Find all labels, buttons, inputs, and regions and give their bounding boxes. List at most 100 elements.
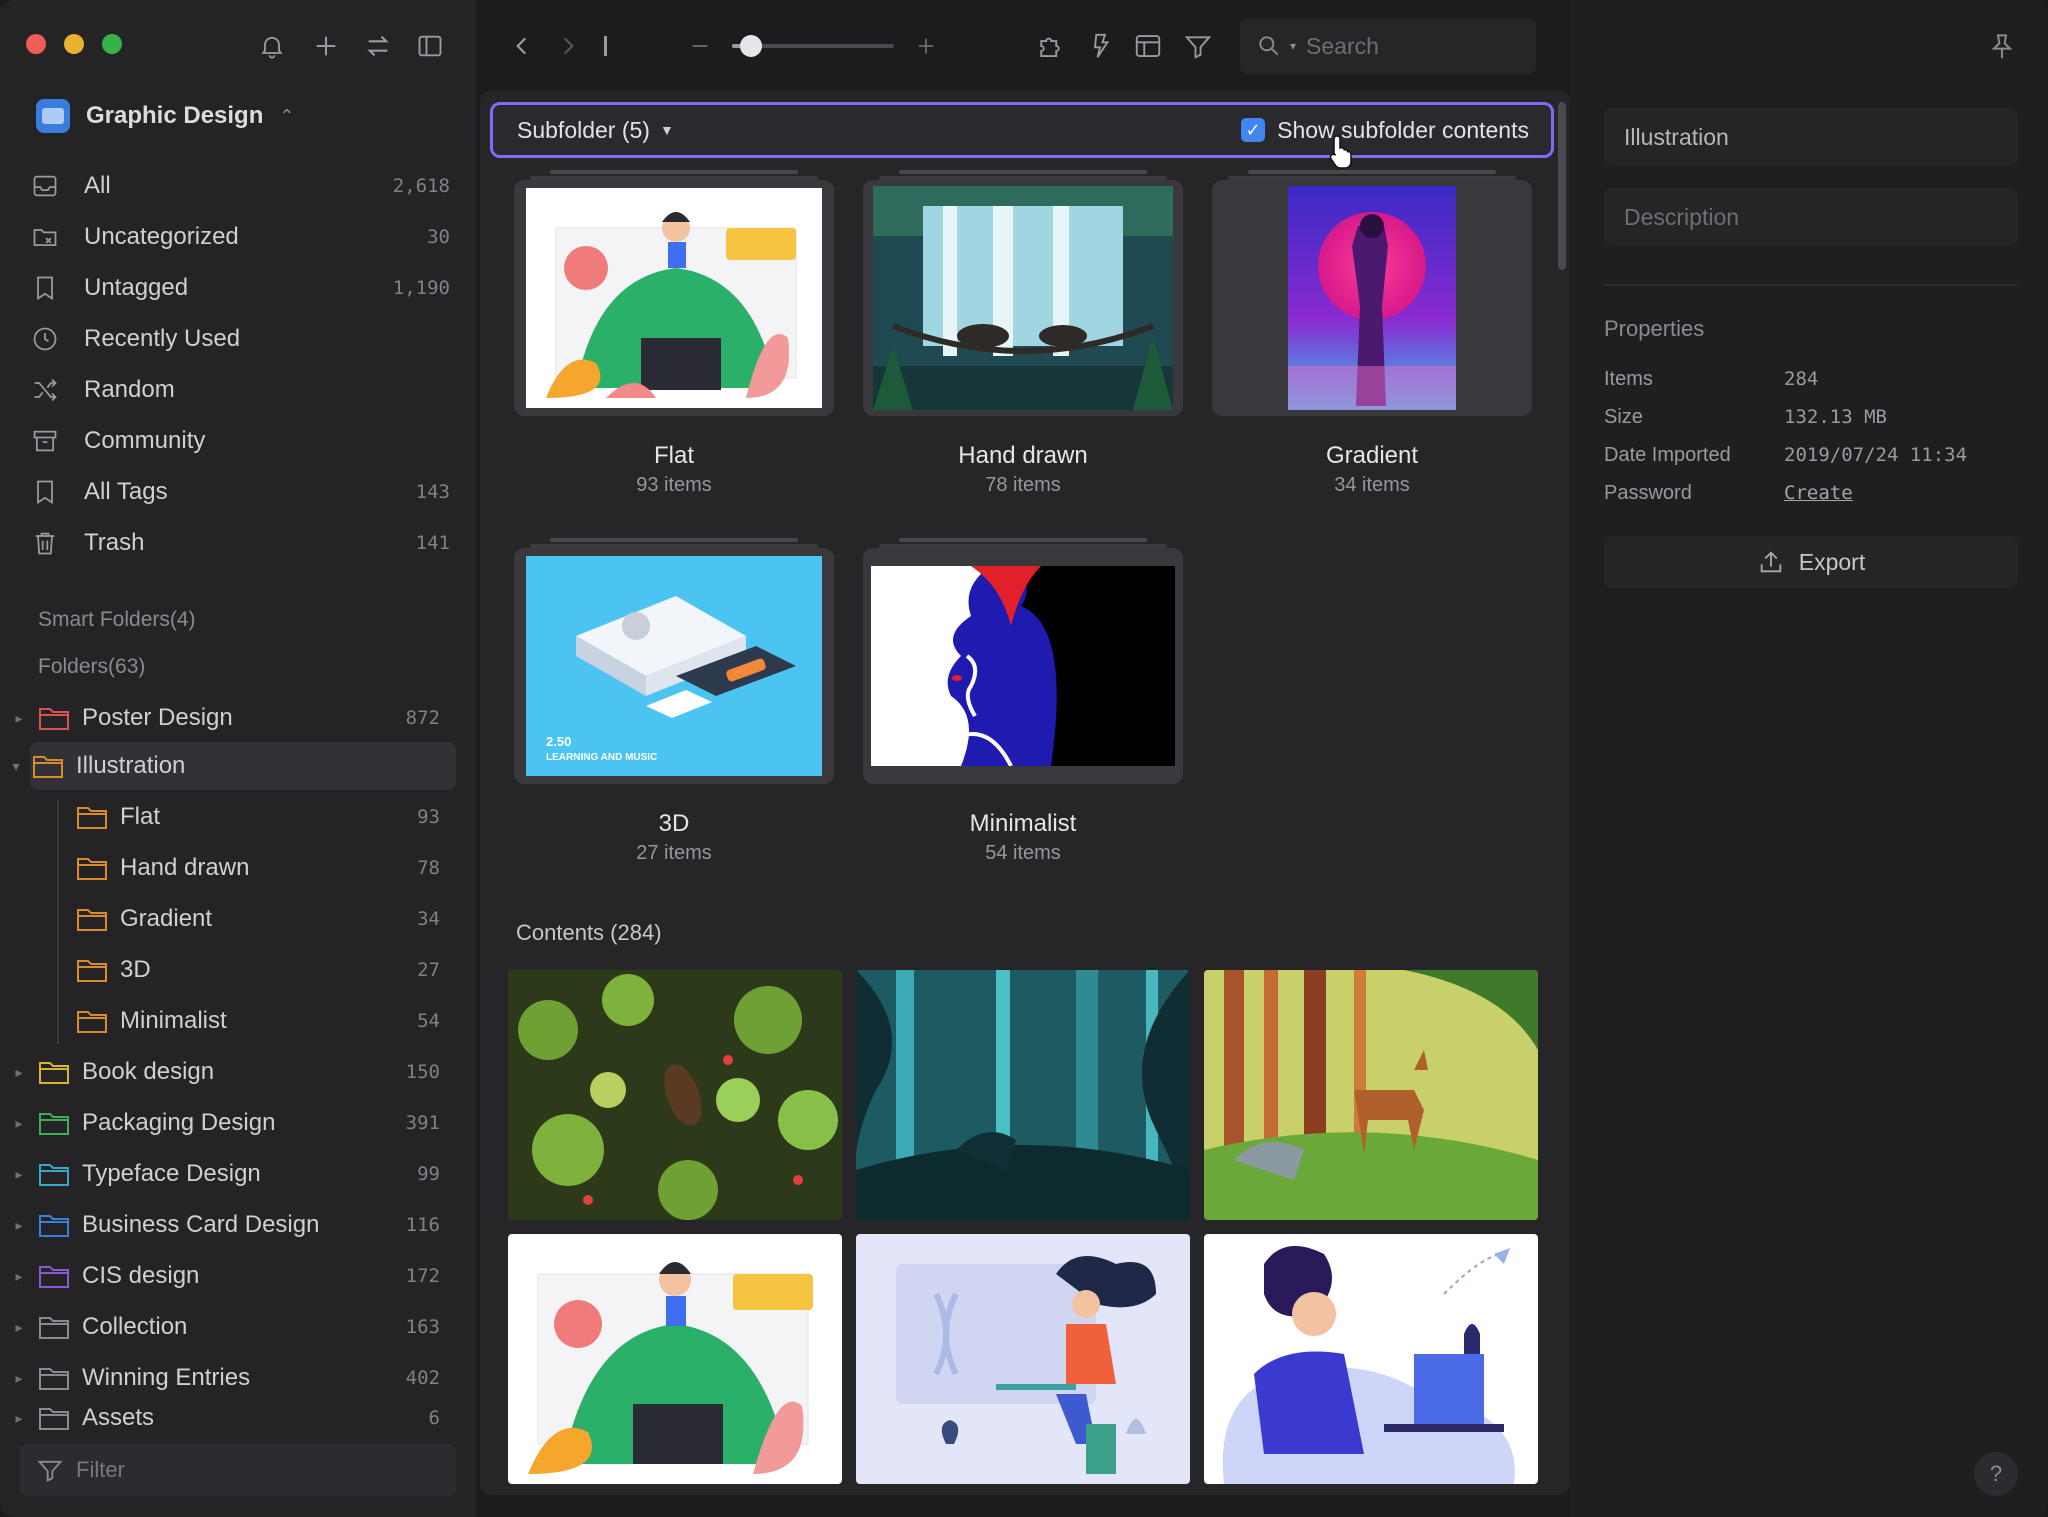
sidebar: Graphic Design ⌃ All 2,618 Uncategorized…: [0, 0, 476, 1517]
clock-icon: [30, 324, 60, 354]
puzzle-extension-icon[interactable]: [1032, 30, 1068, 62]
zoom-in-icon[interactable]: [912, 30, 940, 62]
sync-arrows-icon[interactable]: [362, 30, 394, 62]
forward-arrow-icon[interactable]: [552, 30, 584, 62]
description-input[interactable]: [1624, 203, 2004, 231]
folder-count: 402: [405, 1367, 440, 1389]
folder-item-poster-design[interactable]: ▸ Poster Design 872: [0, 694, 456, 742]
content-thumbnail-desk-worker[interactable]: [856, 1234, 1190, 1484]
subfolder-name: Flat: [653, 442, 694, 469]
layout-icon[interactable]: [1130, 30, 1166, 62]
bell-icon[interactable]: [256, 30, 288, 62]
folder-label: Business Card Design: [82, 1211, 320, 1238]
content-thumbnail-laptop-woman[interactable]: [1204, 1234, 1538, 1484]
nav-all-tags[interactable]: All Tags 143: [30, 470, 450, 514]
content-thumbnail-lily-pads[interactable]: [508, 970, 842, 1220]
disclosure-collapsed-icon[interactable]: ▸: [0, 1217, 38, 1234]
disclosure-collapsed-icon[interactable]: ▸: [0, 1319, 38, 1336]
disclosure-expanded-icon[interactable]: ▾: [12, 758, 20, 775]
disclosure-collapsed-icon[interactable]: ▸: [0, 1268, 38, 1285]
back-arrow-icon[interactable]: [506, 30, 538, 62]
content-thumbnail-flat-person[interactable]: [508, 1234, 842, 1484]
folder-name-input[interactable]: [1624, 123, 2004, 151]
show-subfolder-label: Show subfolder contents: [1277, 116, 1529, 143]
stack-edge: [550, 538, 798, 542]
folder-item-assets[interactable]: ▸ Assets 6: [0, 1405, 456, 1431]
folder-item-collection[interactable]: ▸ Collection 163: [0, 1303, 456, 1351]
show-subfolder-checkbox[interactable]: ✓: [1241, 118, 1266, 142]
create-password-link[interactable]: Create: [1784, 482, 1853, 505]
search-box[interactable]: ▾: [1240, 18, 1536, 74]
folder-item-gradient[interactable]: Gradient 34: [0, 895, 456, 943]
disclosure-collapsed-icon[interactable]: ▸: [0, 1115, 38, 1132]
disclosure-collapsed-icon[interactable]: ▸: [0, 1064, 38, 1081]
nav-all[interactable]: All 2,618: [30, 164, 450, 208]
folder-icon: [38, 1262, 72, 1290]
library-switcher[interactable]: Graphic Design ⌃: [36, 96, 294, 136]
nav-trash[interactable]: Trash 141: [30, 521, 450, 565]
funnel-filter-icon[interactable]: [1180, 30, 1216, 62]
folder-item-book-design[interactable]: ▸ Book design 150: [0, 1048, 456, 1096]
3d-caption-1: 2.50: [546, 734, 571, 749]
folder-item-flat[interactable]: Flat 93: [0, 793, 456, 841]
folders-header[interactable]: Folders(63): [38, 655, 145, 679]
lightning-action-icon[interactable]: [1082, 30, 1118, 62]
folder-item-illustration[interactable]: ▾ Illustration: [12, 742, 456, 790]
folder-count: 34: [417, 908, 440, 930]
zoom-slider-thumb[interactable]: [740, 35, 762, 57]
folder-item-business-card-design[interactable]: ▸ Business Card Design 116: [0, 1201, 456, 1249]
subfolder-thumbnail: [1212, 180, 1532, 416]
plus-icon[interactable]: [310, 30, 342, 62]
folder-item-typeface-design[interactable]: ▸ Typeface Design 99: [0, 1150, 456, 1198]
description-field[interactable]: [1604, 188, 2018, 246]
folder-label: Minimalist: [120, 1007, 227, 1034]
3d-devices-image: 2.50 LEARNING AND MUSIC: [526, 556, 822, 776]
folder-icon: [38, 1364, 72, 1392]
filter-box[interactable]: Filter: [20, 1444, 456, 1496]
nav-community[interactable]: Community: [30, 419, 450, 463]
content-thumbnail-deer-forest[interactable]: [1204, 970, 1538, 1220]
nav-recently-used[interactable]: Recently Used: [30, 317, 450, 361]
nav-random[interactable]: Random: [30, 368, 450, 412]
upload-export-icon: [1760, 551, 1782, 573]
subfolder-title: Subfolder (5): [517, 116, 650, 143]
folder-item-3d[interactable]: 3D 27: [0, 946, 456, 994]
help-button[interactable]: ?: [1974, 1452, 2018, 1496]
zoom-window-button[interactable]: [102, 34, 122, 54]
export-button[interactable]: Export: [1604, 536, 2018, 588]
disclosure-collapsed-icon[interactable]: ▸: [0, 1410, 38, 1427]
nav-untagged[interactable]: Untagged 1,190: [30, 266, 450, 310]
zoom-out-icon[interactable]: [686, 30, 714, 62]
folder-label: Hand drawn: [120, 854, 250, 881]
bookmark-icon: [30, 477, 60, 507]
disclosure-collapsed-icon[interactable]: ▸: [0, 1370, 38, 1387]
property-password: Password Create: [1604, 482, 1853, 505]
pin-icon[interactable]: [1986, 30, 2018, 62]
subfolder-dropdown[interactable]: Subfolder (5) ▼: [517, 117, 674, 144]
smart-folders-header[interactable]: Smart Folders(4): [38, 608, 196, 632]
folder-count: 872: [405, 707, 440, 729]
folder-item-cis-design[interactable]: ▸ CIS design 172: [0, 1252, 456, 1300]
folder-label: Typeface Design: [82, 1160, 261, 1187]
folder-item-winning-entries[interactable]: ▸ Winning Entries 402: [0, 1354, 456, 1402]
close-window-button[interactable]: [26, 34, 46, 54]
subfolder-name: Hand drawn: [958, 442, 1088, 469]
folder-label: Illustration: [76, 752, 186, 779]
content-thumbnail-teal-forest[interactable]: [856, 970, 1190, 1220]
laptop-woman-image: [1204, 1234, 1538, 1484]
search-dropdown-chevron-icon[interactable]: ▾: [1290, 39, 1296, 53]
minimize-window-button[interactable]: [64, 34, 84, 54]
folder-item-hand-drawn[interactable]: Hand drawn 78: [0, 844, 456, 892]
show-subfolder-toggle[interactable]: ✓ Show subfolder contents: [1241, 117, 1529, 144]
property-date-imported: Date Imported 2019/07/24 11:34: [1604, 444, 1968, 466]
search-input[interactable]: [1306, 32, 1497, 60]
folder-name-field[interactable]: [1604, 108, 2018, 166]
scrollbar-thumb[interactable]: [1558, 102, 1566, 270]
disclosure-collapsed-icon[interactable]: ▸: [0, 1166, 38, 1183]
folder-item-packaging-design[interactable]: ▸ Packaging Design 391: [0, 1099, 456, 1147]
inbox-icon: [30, 171, 60, 201]
disclosure-collapsed-icon[interactable]: ▸: [0, 710, 38, 727]
sidebar-toggle-icon[interactable]: [414, 30, 446, 62]
folder-item-minimalist[interactable]: Minimalist 54: [0, 997, 456, 1045]
nav-uncategorized[interactable]: Uncategorized 30: [30, 215, 450, 259]
